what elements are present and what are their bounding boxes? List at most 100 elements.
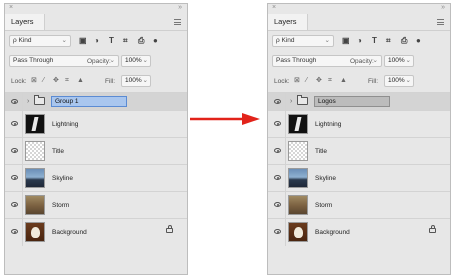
layer-row[interactable]: Title [5, 137, 187, 165]
layers-panel-left: × » Layers ρ Kind ⌄ ▣ ◑ T ⌗ ⎙ ● Pass Thr… [4, 3, 188, 275]
layer-row[interactable]: Storm [268, 191, 450, 219]
lock-icon [429, 225, 436, 233]
divider [22, 138, 23, 165]
eye-icon[interactable] [274, 121, 281, 126]
layer-name: Storm [52, 202, 70, 209]
eye-icon[interactable] [274, 202, 281, 207]
eye-icon[interactable] [11, 175, 18, 180]
type-filter-icon[interactable]: T [372, 36, 377, 46]
layer-name: Lightning [52, 121, 79, 128]
lock-transparent-icon[interactable]: ⊠ [31, 77, 37, 85]
shape-filter-icon[interactable]: ⌗ [386, 36, 391, 46]
shape-filter-icon[interactable]: ⌗ [123, 36, 128, 46]
opacity-value: 100% [388, 57, 405, 64]
layer-row-group[interactable]: › Logos [268, 92, 450, 111]
eye-icon[interactable] [11, 229, 18, 234]
panel-menu-icon[interactable] [437, 19, 444, 25]
type-filter-icon[interactable]: T [109, 36, 114, 46]
lock-image-icon[interactable]: ⁄ [306, 77, 307, 85]
filter-toggle-icon[interactable]: ● [416, 36, 421, 46]
layer-thumbnail [288, 114, 308, 134]
search-icon: ρ [276, 37, 280, 44]
lock-all-icon[interactable]: ▲ [77, 77, 84, 85]
tab-layers[interactable]: Layers [268, 14, 308, 30]
lock-all-icon[interactable]: ▲ [340, 77, 347, 85]
tab-layers[interactable]: Layers [5, 14, 45, 30]
pixel-filter-icon[interactable]: ▣ [79, 36, 87, 46]
close-icon[interactable]: × [9, 4, 13, 12]
layer-thumbnail [25, 195, 45, 215]
fill-field[interactable]: 100% ⌄ [121, 75, 151, 87]
layer-row[interactable]: Background [5, 218, 187, 246]
layers-panel-right: × » Layers ρ Kind ⌄ ▣ ◑ T ⌗ ⎙ ● Pass Thr… [267, 3, 451, 275]
layer-thumbnail [288, 222, 308, 242]
eye-icon[interactable] [274, 99, 281, 104]
pixel-filter-icon[interactable]: ▣ [342, 36, 350, 46]
collapse-icon[interactable]: » [178, 4, 182, 12]
layer-row[interactable]: Skyline [268, 164, 450, 192]
disclosure-arrow-icon[interactable]: › [290, 98, 292, 105]
divider [285, 165, 286, 192]
filter-toggle-icon[interactable]: ● [153, 36, 158, 46]
eye-icon[interactable] [274, 175, 281, 180]
layer-row[interactable]: Skyline [5, 164, 187, 192]
kind-filter-select[interactable]: ρ Kind ⌄ [9, 35, 71, 47]
lock-icon [166, 225, 173, 233]
group-name-input[interactable]: Group 1 [51, 96, 127, 107]
layer-name: Background [315, 229, 350, 236]
eye-icon[interactable] [11, 99, 18, 104]
eye-icon[interactable] [274, 148, 281, 153]
eye-icon[interactable] [274, 229, 281, 234]
layer-row[interactable]: Title [268, 137, 450, 165]
divider [285, 93, 286, 111]
panel-menu-icon[interactable] [174, 19, 181, 25]
smart-object-filter-icon[interactable]: ⎙ [401, 36, 407, 46]
opacity-value: 100% [125, 57, 142, 64]
layer-row[interactable]: Storm [5, 191, 187, 219]
layer-row[interactable]: Background [268, 218, 450, 246]
adjustment-filter-icon[interactable]: ◑ [94, 36, 99, 46]
blend-row: Pass Through ⌄ Opacity: 100% ⌄ [5, 52, 187, 70]
layer-thumbnail [25, 141, 45, 161]
kind-filter-select[interactable]: ρ Kind ⌄ [272, 35, 334, 47]
lock-label: Lock: [274, 78, 290, 85]
layer-thumbnail [25, 114, 45, 134]
layer-name: Storm [315, 202, 333, 209]
layer-name: Skyline [52, 175, 73, 182]
smart-object-filter-icon[interactable]: ⎙ [138, 36, 144, 46]
lock-transparent-icon[interactable]: ⊠ [294, 77, 300, 85]
eye-icon[interactable] [11, 148, 18, 153]
chevron-down-icon: ⌄ [405, 57, 411, 64]
divider [285, 138, 286, 165]
kind-filter-label: Kind [281, 37, 295, 44]
adjustment-filter-icon[interactable]: ◑ [357, 36, 362, 46]
opacity-field[interactable]: 100% ⌄ [121, 55, 151, 67]
layer-thumbnail [288, 168, 308, 188]
fill-field[interactable]: 100% ⌄ [384, 75, 414, 87]
chevron-down-icon: ⌄ [142, 57, 148, 64]
lock-position-icon[interactable]: ✥ [316, 77, 322, 85]
lock-row: Lock: ⊠ ⁄ ✥ ⌗ ▲ Fill: 100% ⌄ [268, 72, 450, 90]
eye-icon[interactable] [11, 202, 18, 207]
disclosure-arrow-icon[interactable]: › [27, 98, 29, 105]
layer-thumbnail [25, 222, 45, 242]
layer-row[interactable]: Lightning [268, 110, 450, 138]
divider [22, 165, 23, 192]
fill-label: Fill: [105, 78, 116, 85]
lock-row: Lock: ⊠ ⁄ ✥ ⌗ ▲ Fill: 100% ⌄ [5, 72, 187, 90]
close-icon[interactable]: × [272, 4, 276, 12]
group-name-label[interactable]: Logos [314, 96, 390, 107]
divider [22, 192, 23, 219]
lock-position-icon[interactable]: ✥ [53, 77, 59, 85]
artboard-lock-icon[interactable]: ⌗ [65, 77, 69, 85]
eye-icon[interactable] [11, 121, 18, 126]
layer-row-group[interactable]: › Group 1 [5, 92, 187, 111]
layer-row[interactable]: Lightning [5, 110, 187, 138]
opacity-field[interactable]: 100% ⌄ [384, 55, 414, 67]
lock-image-icon[interactable]: ⁄ [43, 77, 44, 85]
panel-topbar: × » [5, 4, 187, 14]
collapse-icon[interactable]: » [441, 4, 445, 12]
blend-mode-value: Pass Through [13, 57, 54, 64]
artboard-lock-icon[interactable]: ⌗ [328, 77, 332, 85]
kind-filter-label: Kind [18, 37, 32, 44]
